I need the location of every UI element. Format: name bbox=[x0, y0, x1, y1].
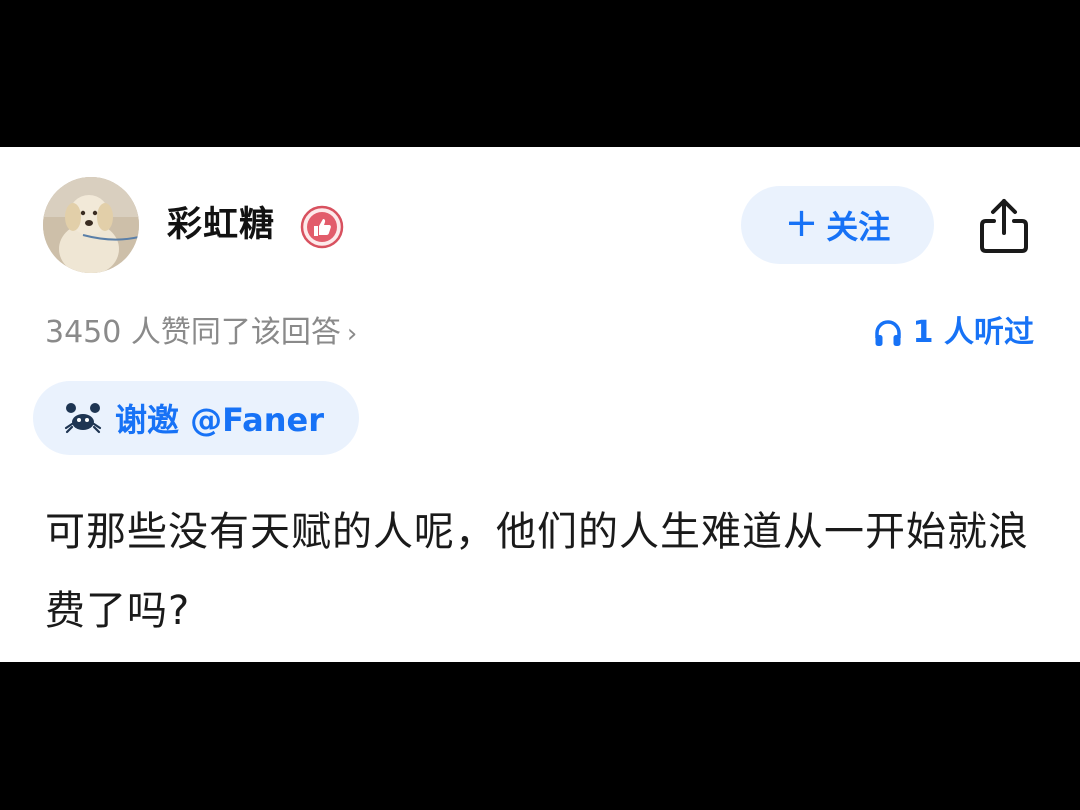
approval-text: 3450 人赞同了该回答 bbox=[45, 315, 341, 350]
answer-card: 彩虹糖 + 关注 3450 人赞同了该回答 › 1 人听过 谢邀 @Faner … bbox=[0, 147, 1080, 662]
invite-label: 谢邀 @Faner bbox=[115, 401, 324, 439]
share-icon[interactable] bbox=[978, 197, 1030, 255]
chevron-right-icon: › bbox=[346, 319, 358, 349]
thumbs-up-badge-icon bbox=[300, 205, 344, 249]
golden-retriever-avatar bbox=[43, 177, 139, 273]
listen-count[interactable]: 1 人听过 bbox=[873, 313, 1034, 353]
invite-tag[interactable]: 谢邀 @Faner bbox=[33, 381, 359, 455]
approval-count[interactable]: 3450 人赞同了该回答 › bbox=[45, 313, 357, 354]
follow-label: 关注 bbox=[826, 208, 891, 246]
headphones-icon bbox=[874, 320, 901, 346]
answer-text[interactable]: 可那些没有天赋的人呢，他们的人生难道从一开始就浪费了吗? bbox=[45, 493, 1035, 651]
follow-button[interactable]: + 关注 bbox=[741, 186, 934, 264]
crab-icon bbox=[64, 403, 102, 434]
author-avatar[interactable] bbox=[43, 177, 139, 273]
plus-icon: + bbox=[784, 200, 819, 246]
author-name[interactable]: 彩虹糖 bbox=[167, 203, 275, 247]
listen-text: 1 人听过 bbox=[912, 315, 1034, 350]
